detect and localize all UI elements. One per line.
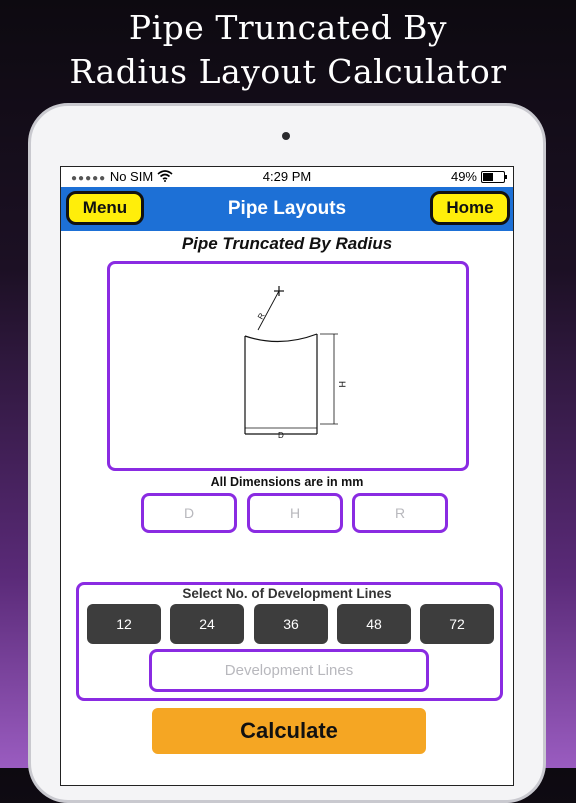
pipe-diagram: R H D [107, 261, 469, 471]
camera-dot [282, 132, 290, 140]
dimensions-note: All Dimensions are in mm [210, 475, 364, 489]
lines-48-button[interactable]: 48 [337, 604, 411, 644]
lines-36-button[interactable]: 36 [254, 604, 328, 644]
calculate-button[interactable]: Calculate [152, 708, 426, 754]
battery-percent: 49% [450, 169, 477, 184]
height-label: H [337, 381, 347, 388]
lines-12-button[interactable]: 12 [87, 604, 161, 644]
app-screen: ●●●●● No SIM 4:29 PM 49% Menu Pipe Layou… [60, 166, 514, 786]
development-lines-label: Select No. of Development Lines [182, 586, 392, 601]
diameter-input[interactable]: D [141, 493, 237, 533]
status-bar: ●●●●● No SIM 4:29 PM 49% [61, 167, 513, 187]
radius-input[interactable]: R [352, 493, 448, 533]
status-time: 4:29 PM [262, 169, 312, 184]
radius-label: R [256, 311, 267, 321]
battery-icon [481, 170, 507, 183]
diameter-label: D [278, 431, 284, 440]
headline-line-2: Radius Layout Calculator [69, 52, 507, 91]
lines-24-button[interactable]: 24 [170, 604, 244, 644]
headline-line-1: Pipe Truncated By [128, 8, 448, 47]
development-lines-input[interactable]: Development Lines [149, 649, 429, 692]
status-right: 49% [450, 169, 507, 184]
nav-bar: Menu Pipe Layouts Home [61, 187, 513, 231]
pipe-truncated-diagram: R H D [244, 286, 347, 440]
page-title: Pipe Truncated By Radius [181, 234, 393, 253]
height-input[interactable]: H [247, 493, 343, 533]
lines-72-button[interactable]: 72 [420, 604, 494, 644]
home-button[interactable]: Home [430, 191, 510, 225]
promo-headline: Pipe Truncated By Radius Layout Calculat… [0, 6, 576, 94]
